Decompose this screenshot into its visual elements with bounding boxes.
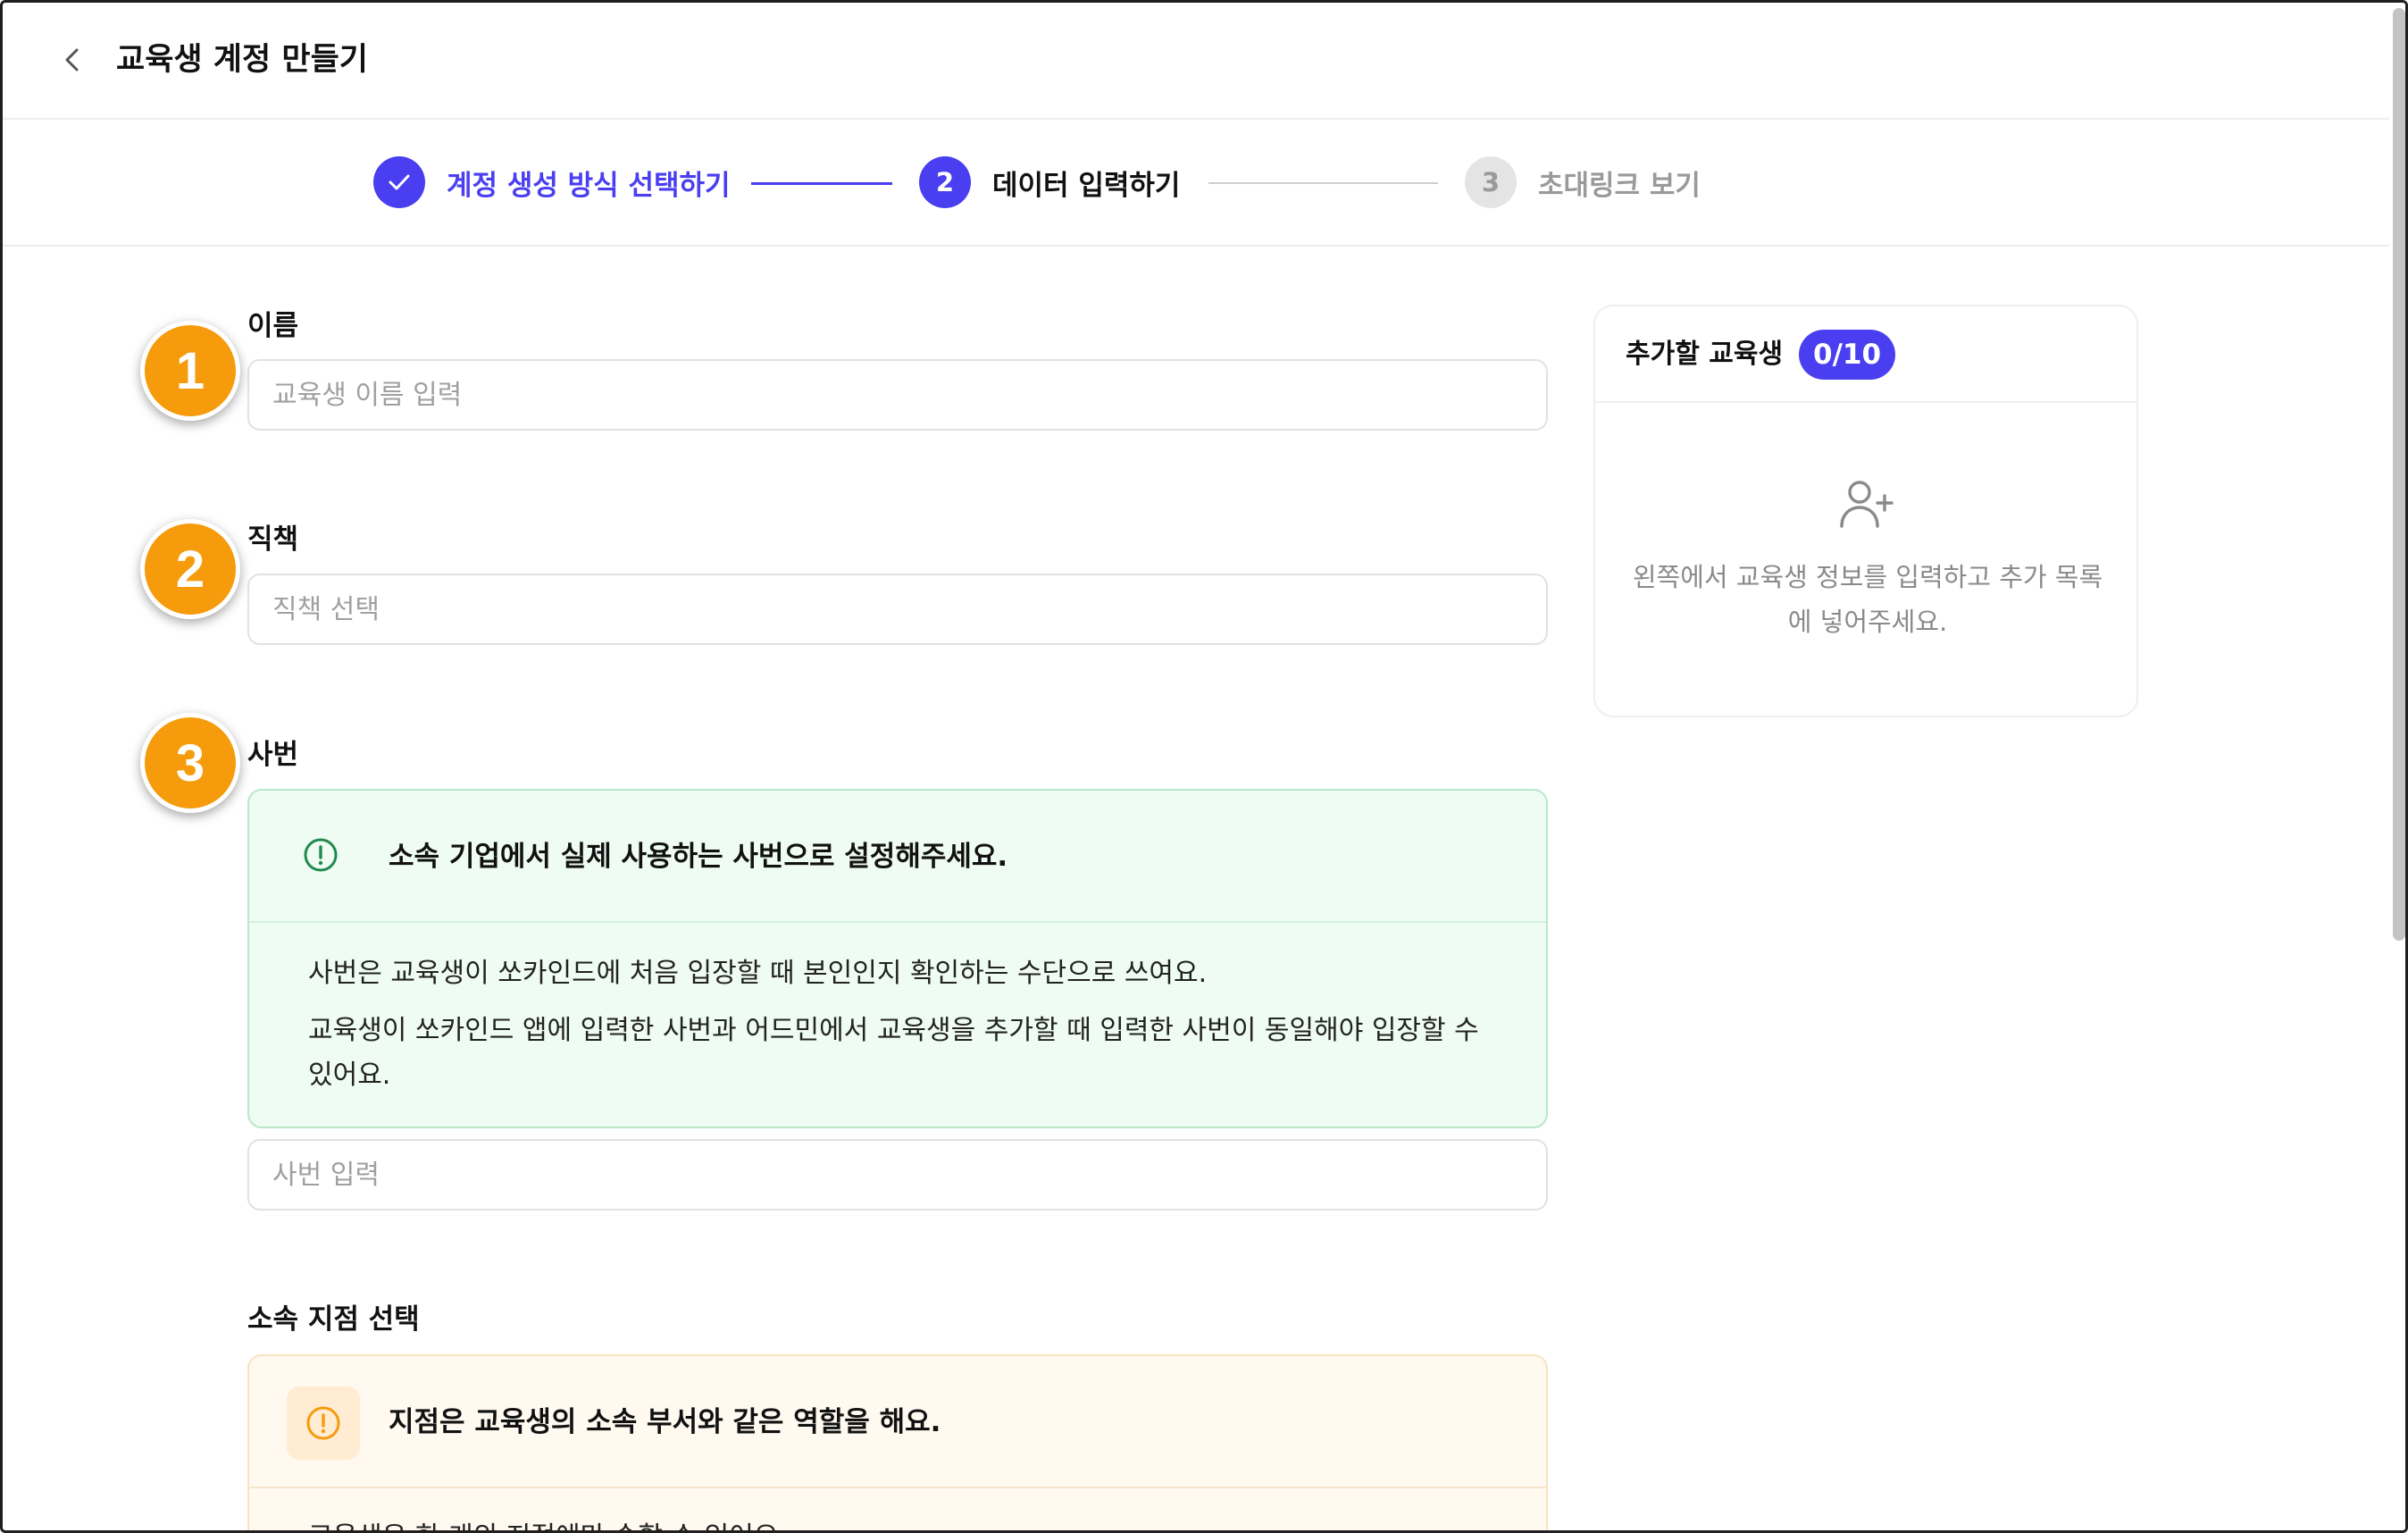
students-to-add-panel: 추가할 교육생 0/10 왼쪽에서 교육생 정보를 입력하고 추가 목록에 넣어… bbox=[1593, 305, 2138, 717]
step-3-label: 초대링크 보기 bbox=[1538, 169, 1701, 202]
back-button[interactable] bbox=[54, 42, 90, 78]
step-view-invite-link[interactable]: 3 초대링크 보기 bbox=[1465, 155, 1701, 209]
step-connector-2 bbox=[1208, 182, 1438, 184]
branch-notice: 지점은 교육생의 소속 부서와 같은 역할을 해요. 교육생은 한 개의 지점에… bbox=[247, 1354, 1548, 1530]
employee-id-notice-line-2: 교육생이 쏘카인드 앱에 입력한 사번과 어드민에서 교육생을 추가할 때 입력… bbox=[308, 1015, 1479, 1091]
step-3-circle: 3 bbox=[1465, 156, 1517, 208]
employee-id-notice: 소속 기업에서 실제 사용하는 사번으로 설정해주세요. 사번은 교육생이 쏘카… bbox=[247, 789, 1548, 1128]
branch-notice-title: 지점은 교육생의 소속 부서와 같은 역할을 해요. bbox=[389, 1406, 941, 1438]
student-count-badge: 0/10 bbox=[1799, 330, 1896, 380]
branch-notice-header: 지점은 교육생의 소속 부서와 같은 역할을 해요. bbox=[249, 1356, 1546, 1488]
app-window: 교육생 계정 만들기 계정 생성 방식 선택하기 2 데이터 입력하기 3 초대… bbox=[0, 0, 2408, 1533]
employee-id-notice-title: 소속 기업에서 실제 사용하는 사번으로 설정해주세요. bbox=[389, 841, 1008, 873]
position-select[interactable] bbox=[247, 574, 1548, 645]
employee-id-notice-body: 사번은 교육생이 쏘카인드에 처음 입장할 때 본인인지 확인하는 수단으로 쓰… bbox=[308, 951, 1505, 1110]
branch-notice-icon-bg bbox=[287, 1386, 360, 1460]
page-title: 교육생 계정 만들기 bbox=[116, 42, 368, 78]
employee-id-label: 사번 bbox=[247, 739, 299, 771]
scrollbar-thumb[interactable] bbox=[2393, 8, 2405, 941]
step-connector-1 bbox=[751, 182, 892, 185]
chevron-left-icon bbox=[65, 48, 79, 71]
step-enter-data[interactable]: 2 데이터 입력하기 bbox=[919, 155, 1180, 209]
panel-title: 추가할 교육생 bbox=[1626, 339, 1784, 370]
step-2-label: 데이터 입력하기 bbox=[992, 169, 1181, 202]
name-input[interactable] bbox=[247, 359, 1548, 431]
branch-notice-line-1: 교육생은 한 개의 지점에만 속할 수 있어요. bbox=[308, 1515, 787, 1530]
user-plus-icon bbox=[1840, 481, 1894, 528]
panel-empty-message: 왼쪽에서 교육생 정보를 입력하고 추가 목록에 넣어주세요. bbox=[1632, 562, 2103, 637]
annotation-badge-3: 3 bbox=[140, 713, 240, 813]
panel-header: 추가할 교육생 0/10 bbox=[1595, 306, 2136, 403]
employee-id-notice-header: 소속 기업에서 실제 사용하는 사번으로 설정해주세요. bbox=[249, 791, 1546, 923]
position-label: 직책 bbox=[247, 524, 299, 556]
page-header: 교육생 계정 만들기 bbox=[3, 3, 2405, 120]
annotation-badge-2: 2 bbox=[140, 519, 240, 619]
step-1-label: 계정 생성 방식 선택하기 bbox=[447, 169, 731, 202]
step-1-circle bbox=[373, 156, 425, 208]
alert-circle-icon bbox=[304, 838, 338, 872]
annotation-badge-1: 1 bbox=[140, 321, 240, 421]
name-label: 이름 bbox=[247, 310, 299, 342]
step-2-circle: 2 bbox=[919, 156, 971, 208]
employee-id-input[interactable] bbox=[247, 1139, 1548, 1210]
step-select-method[interactable]: 계정 생성 방식 선택하기 bbox=[373, 155, 731, 209]
stepper: 계정 생성 방식 선택하기 2 데이터 입력하기 3 초대링크 보기 bbox=[3, 120, 2405, 247]
check-icon bbox=[389, 174, 410, 190]
employee-id-notice-line-1: 사번은 교육생이 쏘카인드에 처음 입장할 때 본인인지 확인하는 수단으로 쓰… bbox=[308, 958, 1208, 989]
branch-label: 소속 지점 선택 bbox=[247, 1303, 420, 1336]
alert-circle-icon bbox=[306, 1406, 340, 1440]
